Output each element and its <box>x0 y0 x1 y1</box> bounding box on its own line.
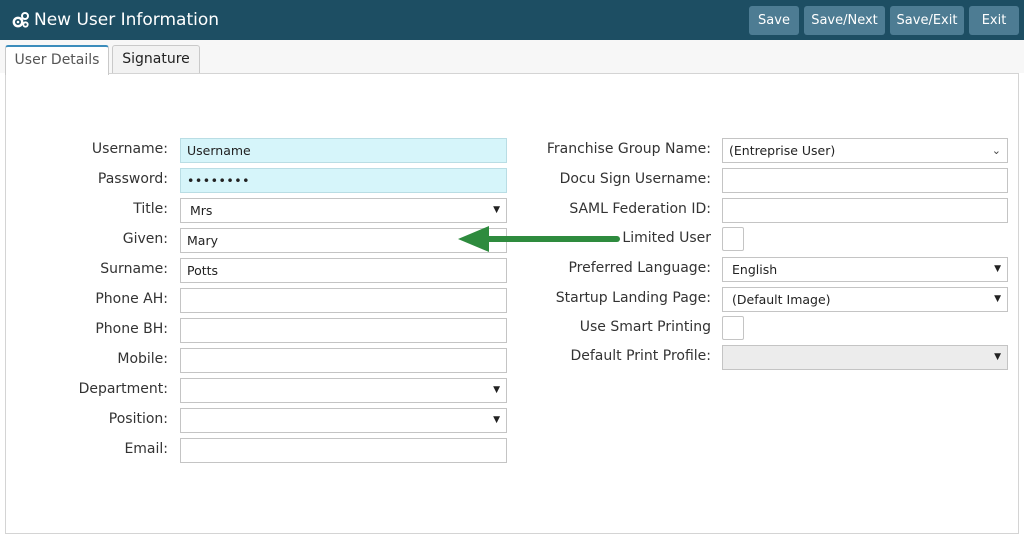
franchise-group-value: (Entreprise User) <box>729 143 836 158</box>
email-label: Email: <box>124 441 168 457</box>
startup-landing-page-select[interactable]: (Default Image) ▼ <box>722 287 1008 312</box>
title-bar: New User Information Save Save/Next Save… <box>0 0 1024 40</box>
preferred-language-select[interactable]: English ▼ <box>722 257 1008 282</box>
gears-icon <box>12 12 29 28</box>
tab-signature[interactable]: Signature <box>112 45 200 74</box>
department-label: Department: <box>78 381 168 397</box>
saml-federation-label: SAML Federation ID: <box>569 201 711 217</box>
caret-down-icon: ▼ <box>493 415 500 425</box>
caret-down-icon: ▼ <box>493 385 500 395</box>
arrow-left-icon <box>458 226 620 252</box>
default-print-profile-select: ▼ <box>722 345 1008 370</box>
caret-down-icon: ▼ <box>994 294 1001 304</box>
save-exit-button[interactable]: Save/Exit <box>890 6 964 35</box>
docu-sign-label: Docu Sign Username: <box>559 171 711 187</box>
docu-sign-field[interactable] <box>722 168 1008 193</box>
email-field[interactable] <box>180 438 507 463</box>
save-button[interactable]: Save <box>749 6 799 35</box>
chevron-down-icon: ⌄ <box>991 144 1001 157</box>
smart-printing-label: Use Smart Printing <box>579 319 711 335</box>
startup-landing-page-value: (Default Image) <box>732 292 831 307</box>
save-next-button[interactable]: Save/Next <box>804 6 885 35</box>
franchise-group-select[interactable]: (Entreprise User) ⌄ <box>722 138 1008 163</box>
default-print-profile-label: Default Print Profile: <box>570 348 711 364</box>
smart-printing-checkbox[interactable] <box>722 316 744 340</box>
exit-button[interactable]: Exit <box>969 6 1019 35</box>
window-title: New User Information <box>34 10 220 30</box>
preferred-language-value: English <box>732 262 778 277</box>
caret-down-icon: ▼ <box>994 264 1001 274</box>
franchise-group-label: Franchise Group Name: <box>546 141 711 157</box>
department-select[interactable]: ▼ <box>180 378 507 403</box>
limited-user-checkbox[interactable] <box>722 227 744 251</box>
position-select[interactable]: ▼ <box>180 408 507 433</box>
preferred-language-label: Preferred Language: <box>568 260 711 276</box>
tab-user-details[interactable]: User Details <box>5 45 109 75</box>
saml-federation-field[interactable] <box>722 198 1008 223</box>
caret-down-icon: ▼ <box>994 352 1001 362</box>
position-label: Position: <box>108 411 168 427</box>
startup-landing-page-label: Startup Landing Page: <box>555 290 711 306</box>
